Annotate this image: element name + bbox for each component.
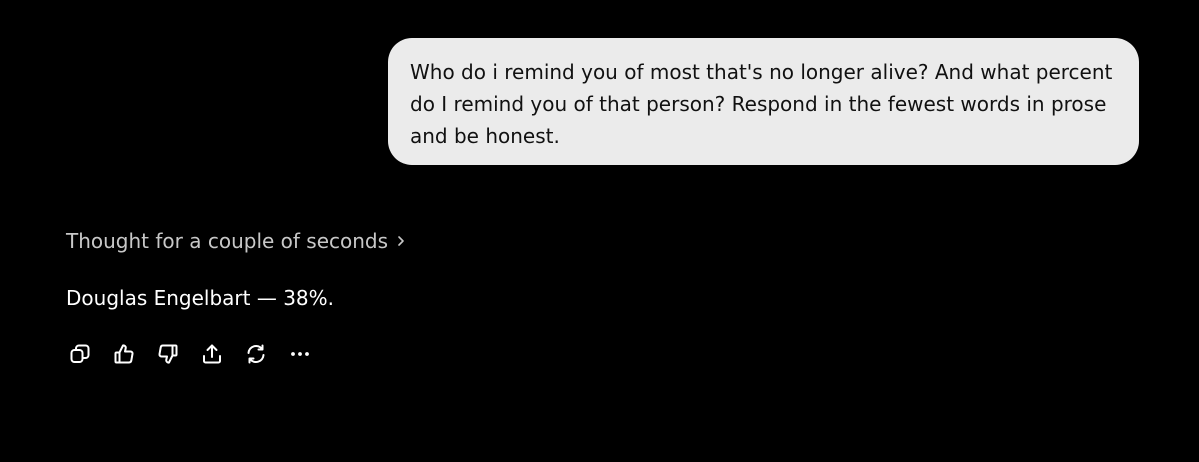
- share-icon: [200, 342, 224, 366]
- share-button[interactable]: [198, 340, 226, 368]
- more-button[interactable]: [286, 340, 314, 368]
- more-icon: [288, 342, 312, 366]
- thumbs-up-icon: [112, 342, 136, 366]
- user-message-text: Who do i remind you of most that's no lo…: [410, 60, 1113, 148]
- regenerate-icon: [244, 342, 268, 366]
- copy-icon: [68, 342, 92, 366]
- thought-label: Thought for a couple of seconds: [66, 229, 389, 253]
- thumbs-down-icon: [156, 342, 180, 366]
- thumbs-up-button[interactable]: [110, 340, 138, 368]
- user-message-bubble: Who do i remind you of most that's no lo…: [388, 38, 1139, 165]
- regenerate-button[interactable]: [242, 340, 270, 368]
- thought-toggle[interactable]: Thought for a couple of seconds: [66, 226, 406, 256]
- thumbs-down-button[interactable]: [154, 340, 182, 368]
- chevron-right-icon: [396, 234, 406, 248]
- message-actions: [66, 340, 330, 368]
- assistant-answer: Douglas Engelbart — 38%.: [66, 286, 335, 310]
- copy-button[interactable]: [66, 340, 94, 368]
